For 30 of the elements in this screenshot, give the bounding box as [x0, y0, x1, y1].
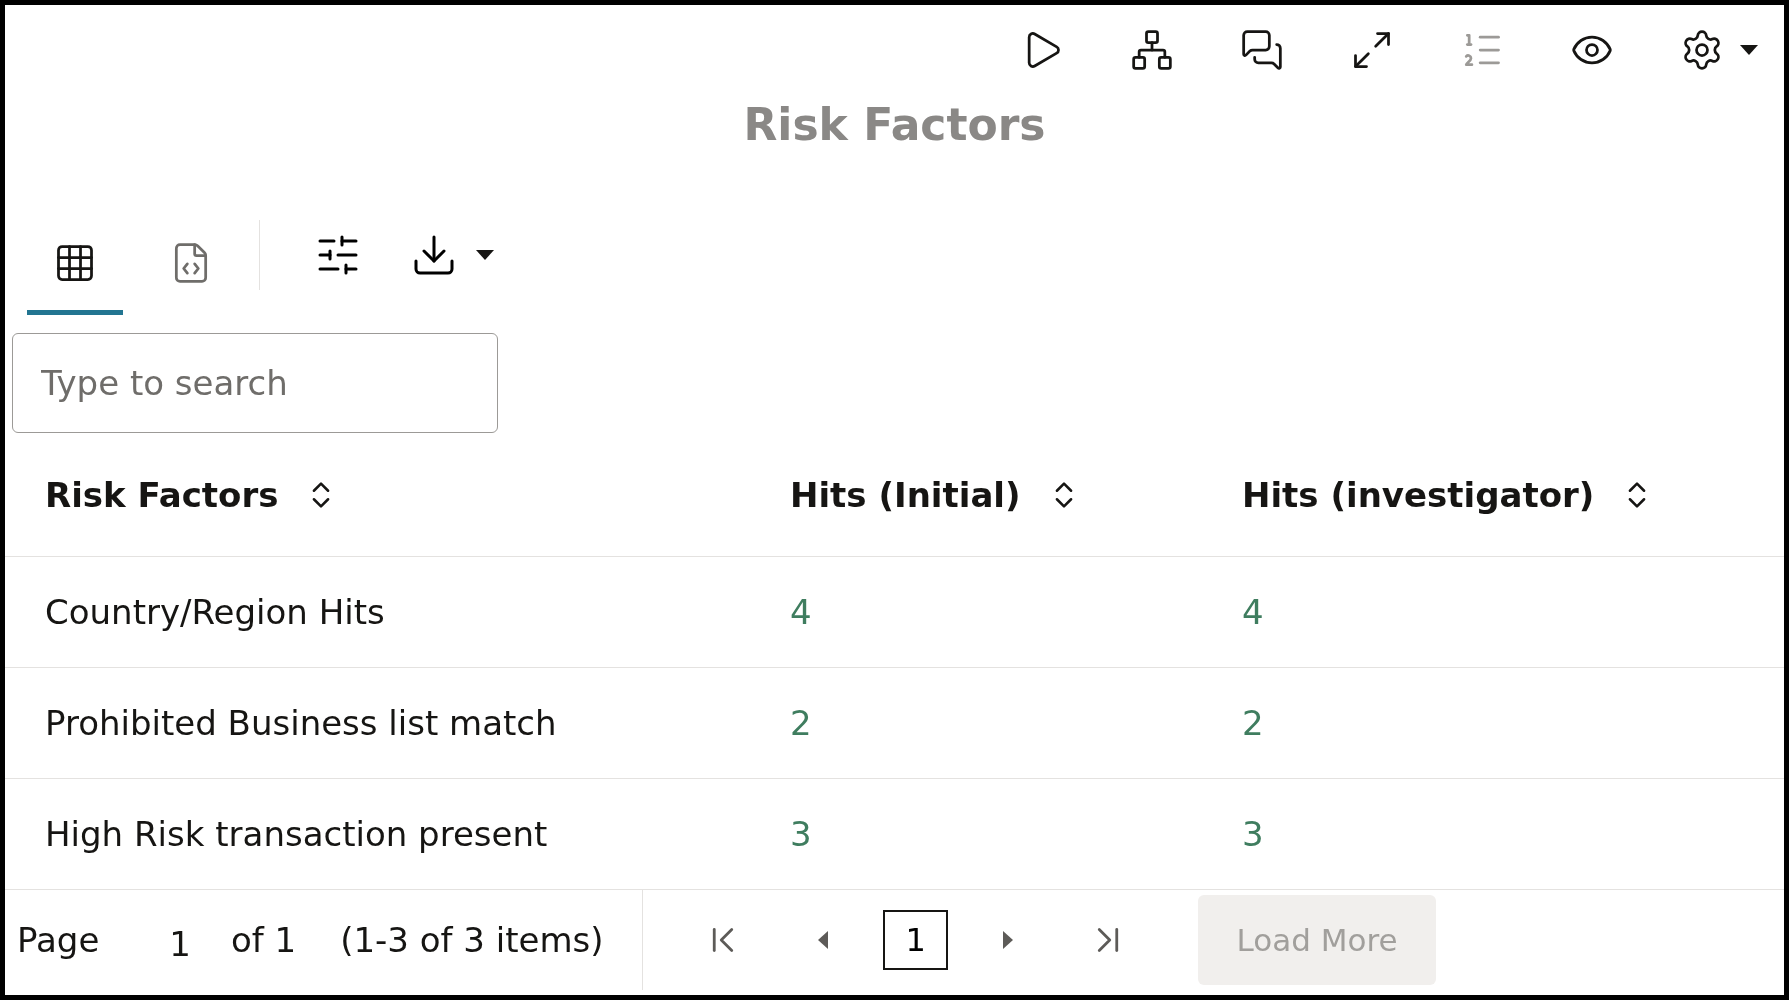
page-title: Risk Factors [742, 98, 1047, 152]
table-cell: 3 [750, 779, 1202, 890]
next-page-icon [1003, 931, 1014, 949]
table-cell: High Risk transaction present [5, 779, 750, 890]
column-header[interactable]: Risk Factors [5, 433, 750, 557]
hierarchy-icon [1130, 28, 1174, 72]
column-header-label: Hits (Initial) [790, 474, 1021, 515]
current-page-number: 1 [169, 924, 191, 964]
caret-icon [476, 250, 494, 260]
item-range: (1-3 of 3 items) [340, 920, 604, 960]
table-cell: Country/Region Hits [5, 557, 750, 668]
search-field[interactable]: Type to search [12, 333, 498, 433]
column-header-label: Risk Factors [45, 474, 279, 515]
page-total: of 1 [230, 920, 297, 960]
table-cell: 3 [1202, 779, 1784, 890]
table-cell: 2 [1202, 668, 1784, 779]
chat-bubbles-button[interactable] [1240, 28, 1284, 72]
table-cell: 4 [1202, 557, 1784, 668]
table-cell: 4 [750, 557, 1202, 668]
chat-bubbles-icon [1240, 28, 1284, 72]
table-cell: Prohibited Business list match [5, 668, 750, 779]
table-cell: 2 [750, 668, 1202, 779]
column-header[interactable]: Hits (investigator) [1202, 433, 1784, 557]
page-number-button[interactable]: 1 [883, 910, 949, 970]
page-label: Page [17, 920, 100, 960]
previous-page-icon [818, 931, 829, 949]
dropdown-caret-icon [1740, 45, 1758, 55]
column-header[interactable]: Hits (Initial) [750, 433, 1202, 557]
column-header-label: Hits (investigator) [1242, 474, 1595, 515]
hierarchy-button[interactable] [1130, 28, 1174, 72]
